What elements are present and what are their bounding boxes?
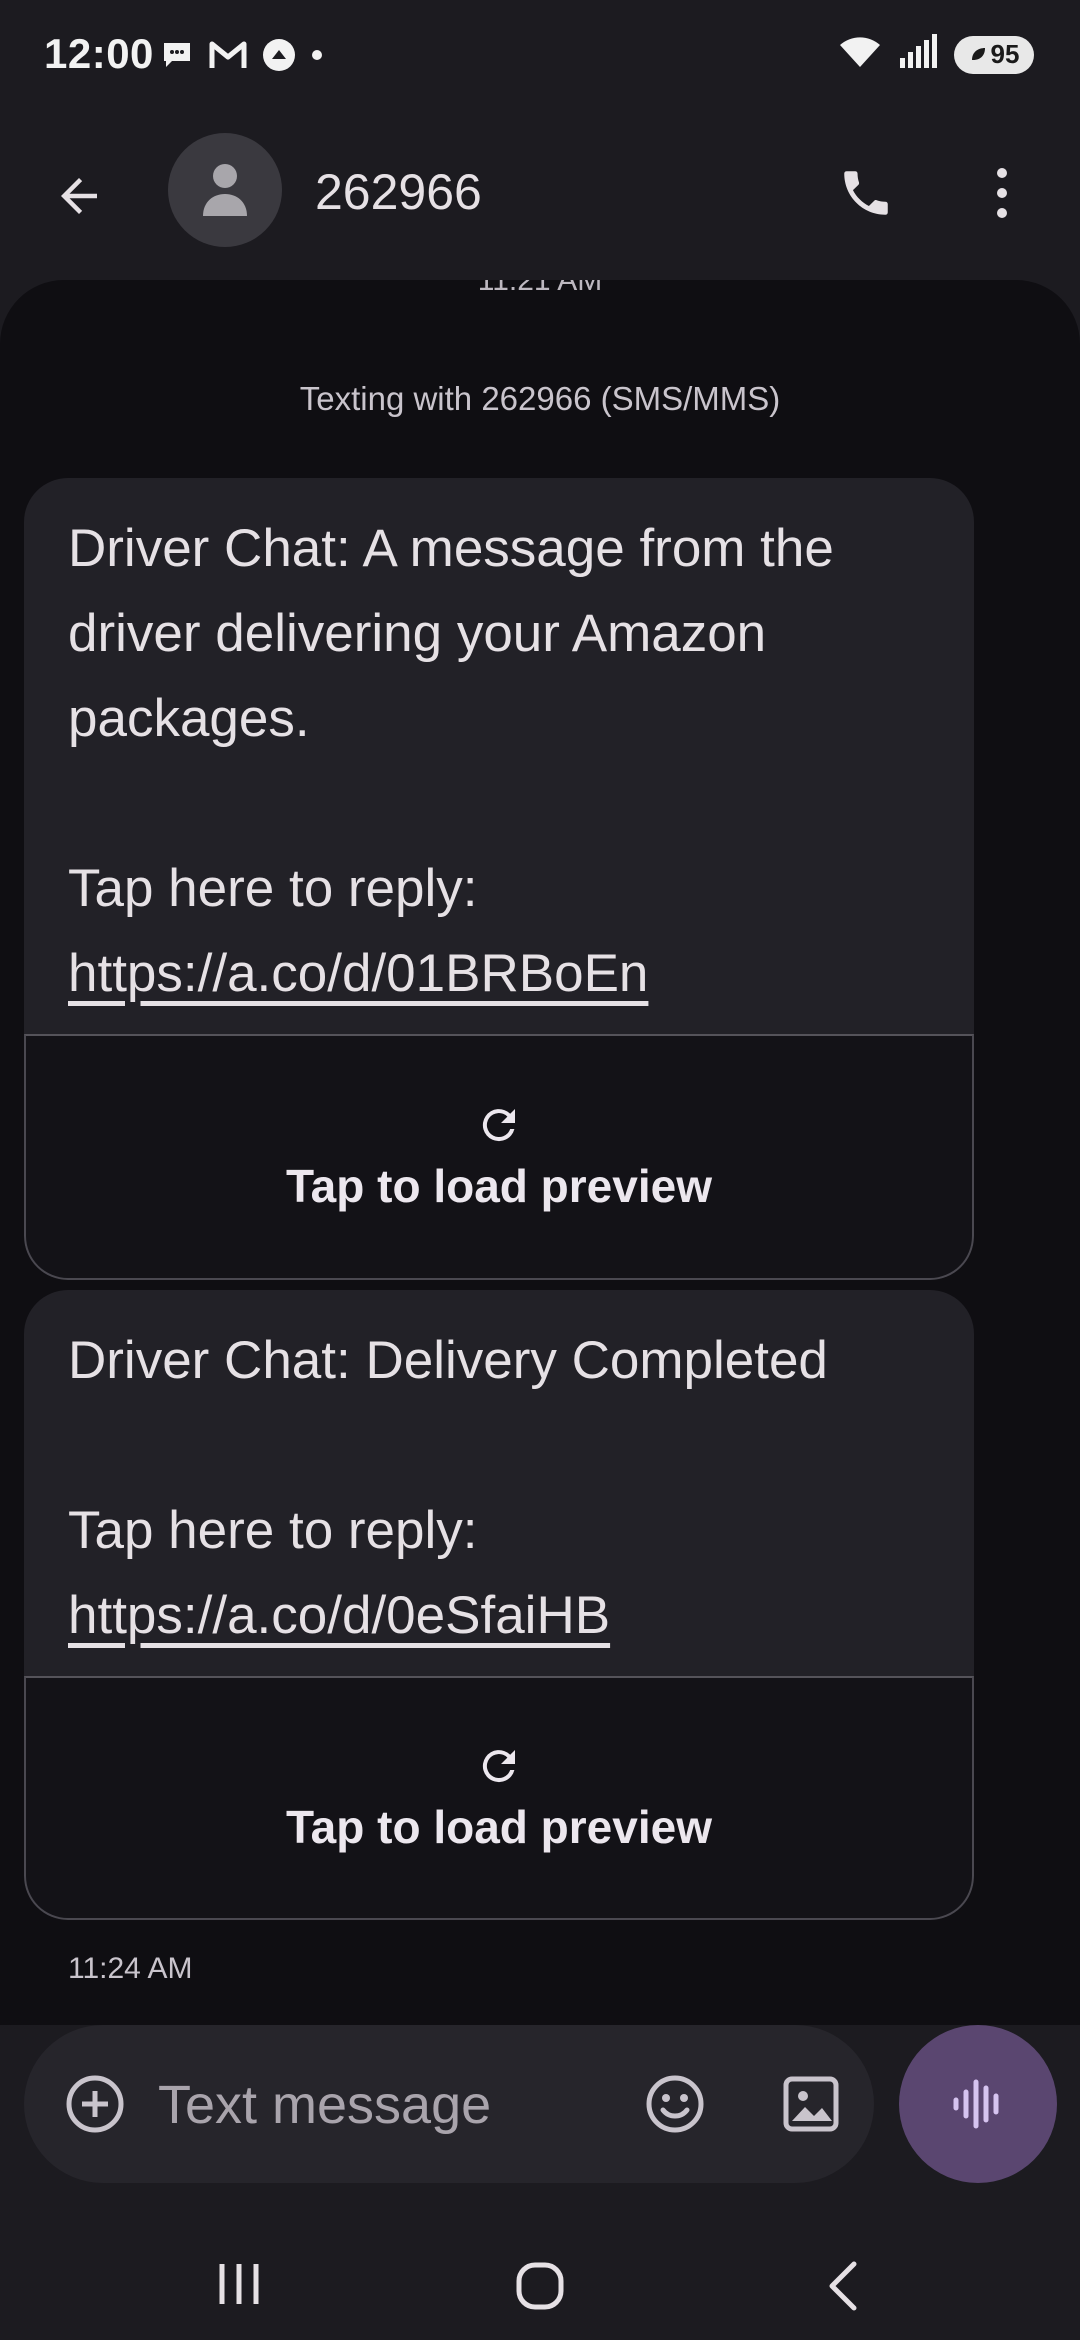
battery-saver-icon — [969, 39, 987, 70]
more-vert-icon — [997, 168, 1007, 218]
wifi-icon — [838, 35, 882, 74]
message-bubble[interactable]: Driver Chat: A message from the driver d… — [24, 478, 974, 1280]
status-bar: 12:00 95 — [0, 0, 1080, 115]
back-arrow-icon — [61, 178, 97, 214]
emoji-button[interactable] — [638, 2067, 712, 2141]
compose-bar — [24, 2025, 874, 2183]
home-icon — [516, 2262, 564, 2310]
home-button[interactable] — [508, 2254, 572, 2318]
load-preview-label: Tap to load preview — [286, 1801, 712, 1853]
conversation-header: 262966 — [0, 115, 1080, 265]
gallery-button[interactable] — [774, 2067, 848, 2141]
battery-level: 95 — [990, 39, 1020, 69]
phone-icon — [844, 171, 888, 215]
link-preview[interactable]: Tap to load preview — [24, 1034, 974, 1280]
messages-screen: 12:00 95 262966 11:21 AM Texting with 26… — [0, 0, 1080, 2340]
battery-indicator: 95 — [954, 35, 1034, 74]
message-text: Driver Chat: Delivery Completed Tap here… — [68, 1331, 828, 1560]
message-input[interactable] — [158, 2065, 558, 2145]
navigation-bar — [0, 2210, 1080, 2340]
message-bubble[interactable]: Driver Chat: Delivery Completed Tap here… — [24, 1290, 974, 1920]
link-preview[interactable]: Tap to load preview — [24, 1676, 974, 1920]
message-link[interactable]: https://a.co/d/0eSfaiHB — [68, 1573, 930, 1658]
message-body: Driver Chat: Delivery Completed Tap here… — [24, 1290, 974, 1676]
message-timestamp: 11:24 AM — [68, 1952, 193, 1985]
voice-waveform-icon — [953, 2079, 999, 2129]
image-icon — [783, 2076, 839, 2132]
refresh-icon — [482, 1109, 515, 1142]
emoji-icon — [646, 2075, 704, 2133]
message-timestamp: 11:21 AM — [477, 280, 603, 297]
chat-bubble-icon — [160, 39, 194, 76]
refresh-icon — [482, 1750, 515, 1783]
add-attachment-button[interactable] — [60, 2069, 130, 2139]
nav-back-button[interactable] — [810, 2254, 874, 2318]
upload-icon — [262, 38, 296, 77]
message-text: Driver Chat: A message from the driver d… — [68, 519, 834, 918]
conversation-panel[interactable]: 11:21 AM Texting with 262966 (SMS/MMS) D… — [0, 280, 1080, 2025]
person-icon — [203, 164, 247, 216]
gmail-icon — [208, 40, 248, 75]
recents-icon — [219, 2264, 259, 2304]
dot-icon — [310, 48, 324, 67]
voice-message-button[interactable] — [899, 2025, 1057, 2183]
message-body: Driver Chat: A message from the driver d… — [24, 478, 974, 1034]
status-time: 12:00 — [44, 30, 154, 77]
chevron-left-icon — [829, 2261, 857, 2311]
notification-icons — [160, 38, 324, 77]
load-preview-label: Tap to load preview — [286, 1160, 712, 1212]
avatar[interactable] — [168, 133, 282, 247]
call-button[interactable] — [830, 157, 902, 229]
contact-name[interactable]: 262966 — [315, 163, 482, 221]
back-button[interactable] — [44, 161, 114, 231]
conversation-info: Texting with 262966 (SMS/MMS) — [299, 380, 781, 417]
add-circle-icon — [66, 2075, 124, 2133]
system-icons: 95 — [838, 34, 1034, 75]
signal-icon — [898, 34, 938, 75]
message-link[interactable]: https://a.co/d/01BRBoEn — [68, 931, 930, 1016]
recents-button[interactable] — [206, 2260, 272, 2308]
more-options-button[interactable] — [966, 157, 1038, 229]
